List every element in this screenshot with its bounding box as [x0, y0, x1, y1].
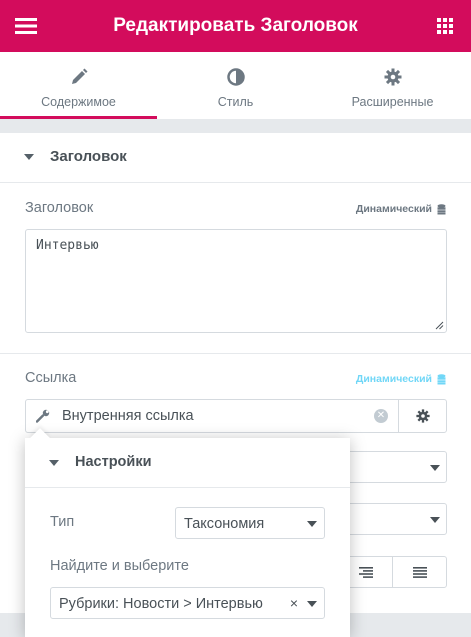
resize-grip-icon[interactable] — [434, 320, 444, 330]
tab-content-label: Содержимое — [41, 95, 116, 109]
align-right-icon — [358, 566, 373, 578]
type-select[interactable]: Таксономия — [175, 507, 325, 539]
gear-icon — [384, 68, 401, 86]
type-value: Таксономия — [184, 516, 265, 532]
wrench-icon — [36, 409, 50, 423]
taxonomy-value: Рубрики: Новости > Интервью — [59, 596, 263, 612]
editor-header: Редактировать Заголовок — [0, 0, 471, 52]
section-header[interactable]: Заголовок — [0, 133, 471, 183]
tab-advanced-label: Расширенные — [351, 95, 434, 109]
tab-content[interactable]: Содержимое — [0, 52, 157, 119]
tab-style-label: Стиль — [217, 95, 254, 109]
section-title: Заголовок — [50, 148, 127, 165]
link-field[interactable]: Внутренняя ссылка ✕ — [25, 399, 447, 433]
title-dynamic-label: Динамический — [355, 203, 432, 215]
database-icon — [437, 373, 446, 384]
widgets-grid-button[interactable] — [429, 10, 461, 42]
title-value: Интервью — [36, 238, 99, 253]
taxonomy-search-select[interactable]: Рубрики: Новости > Интервью × — [50, 587, 325, 619]
type-label: Тип — [50, 514, 75, 530]
caret-down-icon — [307, 521, 317, 527]
clear-link-button[interactable]: ✕ — [374, 409, 388, 423]
link-settings-button[interactable] — [398, 400, 446, 432]
popover-title: Настройки — [75, 454, 152, 470]
caret-down-icon — [430, 517, 440, 523]
pencil-icon — [71, 68, 87, 84]
caret-down-icon — [49, 460, 59, 466]
panel-tabs: Содержимое Стиль Расширенные — [0, 52, 471, 119]
title-label: Заголовок — [25, 200, 94, 216]
page-title: Редактировать Заголовок — [113, 15, 358, 36]
caret-down-icon — [430, 465, 440, 471]
popover-header[interactable]: Настройки — [25, 438, 350, 488]
caret-down-icon — [307, 601, 317, 607]
caret-down-icon — [24, 154, 34, 160]
title-dynamic-toggle[interactable]: Динамический — [356, 203, 446, 215]
link-value: Внутренняя ссылка — [62, 408, 194, 424]
link-dynamic-label: Динамический — [355, 373, 432, 385]
database-icon — [437, 203, 446, 214]
link-settings-popover: Настройки Тип Таксономия Найдите и выбер… — [25, 428, 350, 637]
hamburger-menu-button[interactable] — [10, 10, 42, 42]
align-justify-icon — [412, 566, 427, 578]
gear-icon — [415, 409, 430, 423]
link-label: Ссылка — [25, 370, 77, 386]
link-dynamic-toggle[interactable]: Динамический — [356, 373, 446, 385]
divider — [0, 353, 471, 354]
tab-advanced[interactable]: Расширенные — [314, 52, 471, 119]
grid-icon — [437, 18, 453, 34]
alignment-group — [338, 556, 447, 588]
search-label: Найдите и выберите — [50, 558, 189, 574]
half-circle-icon — [226, 68, 245, 86]
align-justify-button[interactable] — [392, 557, 446, 587]
hamburger-icon — [15, 18, 37, 34]
clear-selection-button[interactable]: × — [290, 595, 298, 611]
title-textarea[interactable]: Интервью — [25, 229, 447, 333]
tab-style[interactable]: Стиль — [157, 52, 314, 119]
